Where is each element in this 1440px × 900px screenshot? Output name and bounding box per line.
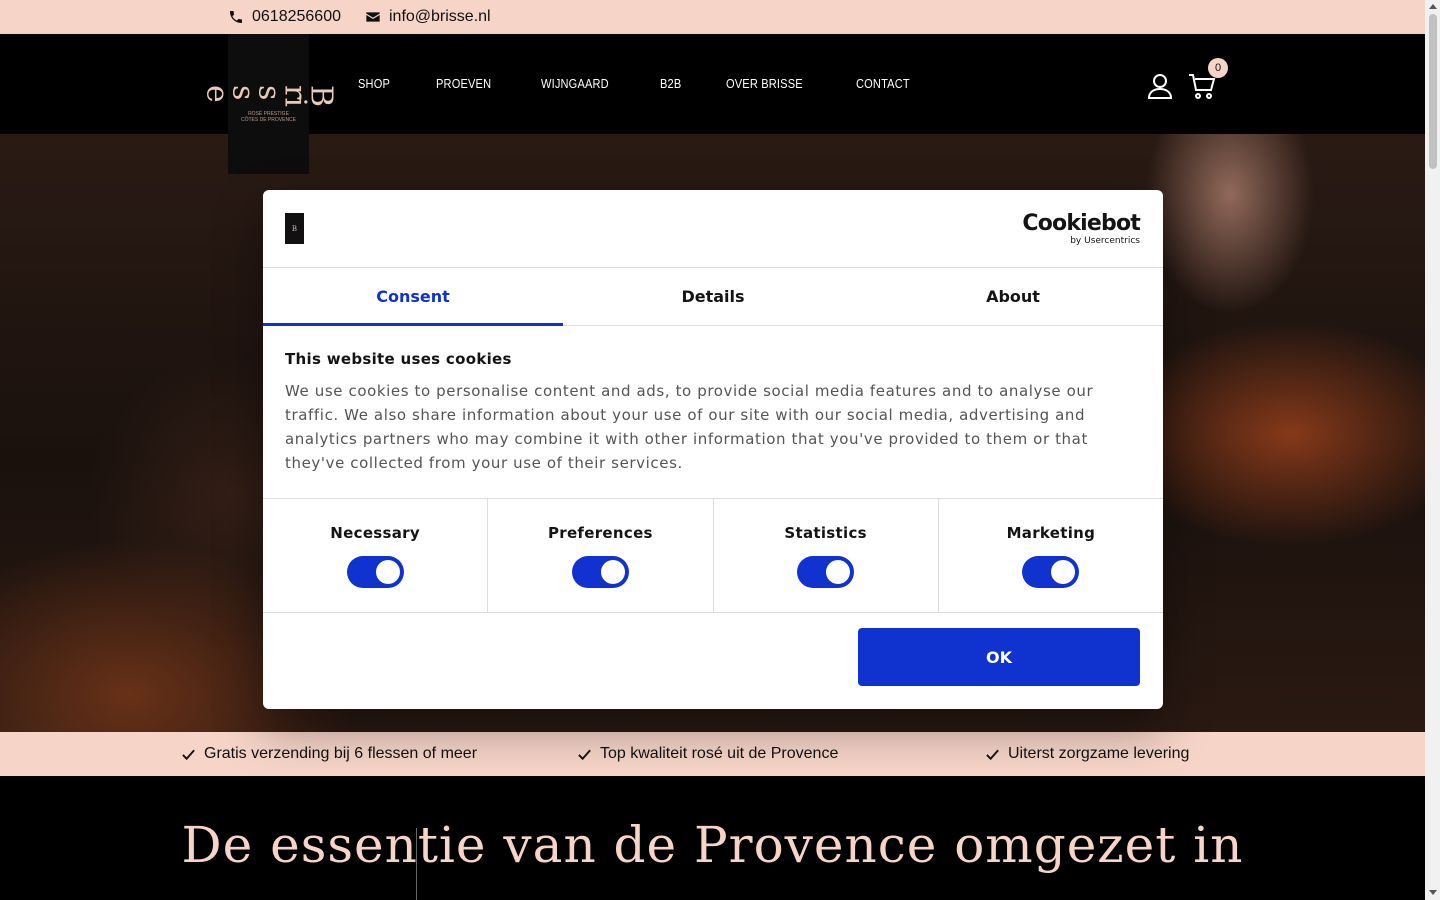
phone-link[interactable]: 0618256600 bbox=[228, 8, 341, 26]
consent-text: We use cookies to personalise content an… bbox=[285, 382, 1094, 472]
check-icon bbox=[578, 749, 591, 760]
page-scrollbar[interactable] bbox=[1425, 0, 1440, 900]
intro-section: De essentie van de Provence omgezet in bbox=[0, 776, 1425, 900]
switch-knob bbox=[826, 560, 851, 584]
header-icons: 0 bbox=[1146, 58, 1228, 105]
usp-item: Uiterst zorgzame levering bbox=[985, 745, 1189, 763]
tab-about[interactable]: About bbox=[863, 268, 1163, 325]
toggle-marketing: Marketing bbox=[939, 499, 1163, 612]
phone-icon bbox=[230, 11, 242, 23]
nav-item-b2b[interactable]: B2B bbox=[660, 76, 681, 91]
consent-body: This website uses cookies We use cookies… bbox=[263, 326, 1163, 499]
statistics-switch[interactable] bbox=[797, 556, 855, 588]
switch-knob bbox=[375, 560, 400, 584]
logo-subtitle: ROSÉ PRESTIGE CÔTES DE PROVENCE bbox=[240, 111, 296, 124]
main-nav: SHOP PROEVEN WIJNGAARD B2B OVER BRISSE C… bbox=[358, 76, 919, 91]
usp-label: Top kwaliteit rosé uit de Provence bbox=[600, 745, 839, 762]
scrollbar-thumb[interactable] bbox=[1429, 14, 1437, 169]
scroll-down-arrow-icon[interactable] bbox=[1429, 890, 1437, 895]
site-header: Bri s s e ROSÉ PRESTIGE CÔTES DE PROVENCE SH… bbox=[0, 34, 1425, 174]
email-link[interactable]: info@brisse.nl bbox=[365, 8, 491, 26]
account-icon[interactable] bbox=[1146, 72, 1174, 100]
scroll-up-arrow-icon[interactable] bbox=[1429, 4, 1437, 9]
cookiebot-brand-sub: by Usercentrics bbox=[1070, 236, 1140, 246]
nav-item-proeven[interactable]: PROEVEN bbox=[436, 76, 491, 91]
usp-label: Uiterst zorgzame levering bbox=[1008, 745, 1190, 762]
phone-number: 0618256600 bbox=[252, 8, 341, 25]
switch-knob bbox=[600, 560, 625, 584]
check-icon bbox=[986, 749, 999, 760]
toggle-label: Statistics bbox=[784, 524, 867, 542]
envelope-icon bbox=[366, 12, 380, 22]
dialog-header: B Cookiebot by Usercentrics bbox=[263, 190, 1163, 268]
site-logo-thumbnail: B bbox=[285, 213, 304, 244]
nav-item-over-brisse[interactable]: OVER BRISSE bbox=[726, 76, 803, 91]
cart-count-badge: 0 bbox=[1208, 58, 1228, 78]
toggle-statistics: Statistics bbox=[714, 499, 939, 612]
cookiebot-logo: Cookiebot by Usercentrics bbox=[1022, 211, 1140, 247]
marketing-switch[interactable] bbox=[1022, 556, 1080, 588]
consent-tabs: Consent Details About bbox=[263, 268, 1163, 326]
tab-consent[interactable]: Consent bbox=[263, 268, 563, 326]
cart-button[interactable]: 0 bbox=[1188, 58, 1228, 105]
nav-item-contact[interactable]: CONTACT bbox=[856, 76, 910, 91]
toggle-label: Marketing bbox=[1006, 524, 1096, 542]
check-icon bbox=[182, 749, 195, 760]
usp-item: Gratis verzending bij 6 flessen of meer bbox=[181, 745, 477, 763]
cookie-consent-dialog: B Cookiebot by Usercentrics Consent Deta… bbox=[263, 190, 1163, 709]
switch-knob bbox=[1051, 560, 1076, 584]
necessary-switch[interactable] bbox=[346, 556, 404, 588]
consent-title: This website uses cookies bbox=[285, 350, 512, 368]
intro-headline: De essentie van de Provence omgezet in bbox=[181, 816, 1244, 874]
logo-mark: Bri s s e bbox=[199, 84, 339, 106]
toggle-label: Necessary bbox=[330, 524, 420, 542]
nav-item-wijngaard[interactable]: WIJNGAARD bbox=[541, 76, 609, 91]
toggle-preferences: Preferences bbox=[488, 499, 714, 612]
ok-button[interactable]: OK bbox=[858, 628, 1140, 686]
preferences-switch[interactable] bbox=[571, 556, 629, 588]
cookiebot-brand: Cookiebot bbox=[1022, 211, 1140, 236]
toggle-necessary: Necessary bbox=[263, 499, 489, 612]
toggle-label: Preferences bbox=[547, 524, 653, 542]
nav-item-shop[interactable]: SHOP bbox=[358, 76, 390, 91]
usp-item: Top kwaliteit rosé uit de Provence bbox=[577, 745, 838, 763]
email-address: info@brisse.nl bbox=[388, 8, 491, 25]
brand-logo[interactable]: Bri s s e ROSÉ PRESTIGE CÔTES DE PROVENCE bbox=[200, 34, 339, 174]
tab-details[interactable]: Details bbox=[563, 268, 863, 325]
usp-label: Gratis verzending bij 6 flessen of meer bbox=[204, 745, 478, 762]
cookie-category-toggles: Necessary Preferences Statistics Marketi… bbox=[263, 499, 1163, 613]
top-contact-bar: 0618256600 info@brisse.nl bbox=[0, 0, 1425, 34]
usp-strip: Gratis verzending bij 6 flessen of meer … bbox=[0, 732, 1425, 776]
